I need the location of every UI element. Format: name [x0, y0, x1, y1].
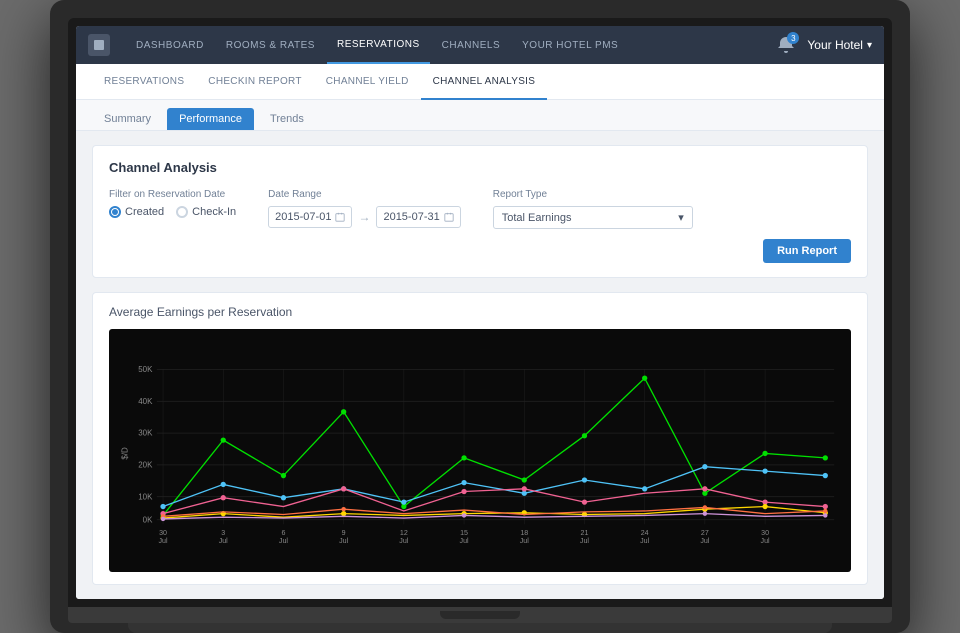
nav-channels[interactable]: Channels — [432, 26, 510, 64]
svg-text:3: 3 — [221, 529, 225, 537]
logo-icon — [88, 34, 110, 56]
svg-text:10K: 10K — [138, 492, 153, 501]
date-start-input[interactable]: 2015-07-01 — [268, 206, 352, 228]
radio-checkin-label: Check-In — [192, 206, 236, 218]
date-range-inputs: 2015-07-01 → 2015-07-31 — [268, 206, 461, 228]
report-type-value: Total Earnings — [502, 212, 572, 224]
date-range-label: Date Range — [268, 189, 461, 200]
chart-card: Average Earnings per Reservation 50K — [92, 292, 868, 585]
svg-text:Jul: Jul — [520, 537, 529, 545]
date-range-arrow: → — [358, 210, 370, 224]
svg-text:30: 30 — [761, 529, 769, 537]
sub-nav-reservations[interactable]: Reservations — [92, 64, 196, 100]
chart-svg: 50K 40K 30K 20K 10K 0K $/D 30 Jul 3 — [117, 339, 843, 559]
report-type-label: Report Type — [493, 189, 693, 200]
filter-reservation-date: Filter on Reservation Date Created — [109, 189, 236, 218]
report-type-select[interactable]: Total Earnings ▾ — [493, 206, 693, 229]
svg-text:6: 6 — [281, 529, 285, 537]
svg-text:Jul: Jul — [279, 537, 288, 545]
filter-card: Channel Analysis Filter on Reservation D… — [92, 145, 868, 278]
svg-text:20K: 20K — [138, 461, 153, 470]
svg-text:30: 30 — [159, 529, 167, 537]
nav-items: Dashboard Rooms & Rates Reservations Cha… — [126, 26, 775, 64]
svg-text:18: 18 — [520, 529, 528, 537]
svg-text:Jul: Jul — [460, 537, 469, 545]
tab-bar: Summary Performance Trends — [76, 100, 884, 131]
filter-row: Filter on Reservation Date Created — [109, 189, 851, 229]
svg-text:0K: 0K — [143, 515, 153, 524]
nav-reservations[interactable]: Reservations — [327, 26, 430, 64]
radio-created-label: Created — [125, 206, 164, 218]
radio-created-dot — [109, 206, 121, 218]
svg-text:Jul: Jul — [640, 537, 649, 545]
filter-reservation-label: Filter on Reservation Date — [109, 189, 236, 200]
laptop-stand — [128, 623, 832, 633]
svg-text:Jul: Jul — [219, 537, 228, 545]
report-type-chevron: ▾ — [678, 211, 684, 224]
svg-text:50K: 50K — [138, 365, 153, 374]
laptop-base — [68, 607, 892, 623]
notification-icon[interactable]: 3 — [775, 34, 797, 56]
svg-text:21: 21 — [581, 529, 589, 537]
date-start-value: 2015-07-01 — [275, 211, 331, 223]
date-end-value: 2015-07-31 — [383, 211, 439, 223]
svg-text:40K: 40K — [138, 397, 153, 406]
radio-checkin[interactable]: Check-In — [176, 206, 236, 218]
tab-trends[interactable]: Trends — [258, 108, 316, 130]
nav-rooms-rates[interactable]: Rooms & Rates — [216, 26, 325, 64]
radio-created[interactable]: Created — [109, 206, 164, 218]
radio-checkin-dot — [176, 206, 188, 218]
svg-text:$/D: $/D — [121, 447, 130, 460]
screen-bezel: Dashboard Rooms & Rates Reservations Cha… — [68, 18, 892, 607]
notification-count: 3 — [787, 32, 799, 44]
hotel-name-dropdown[interactable]: Your Hotel — [807, 38, 872, 52]
run-report-row: Run Report — [109, 239, 851, 263]
filter-report-type: Report Type Total Earnings ▾ — [493, 189, 693, 229]
filter-date-range: Date Range 2015-07-01 → 2015-07-31 — [268, 189, 461, 228]
svg-text:Jul: Jul — [700, 537, 709, 545]
svg-text:24: 24 — [641, 529, 649, 537]
sub-nav-channel-yield[interactable]: Channel Yield — [314, 64, 421, 100]
date-end-input[interactable]: 2015-07-31 — [376, 206, 460, 228]
tab-summary[interactable]: Summary — [92, 108, 163, 130]
sub-nav: Reservations Checkin Report Channel Yiel… — [76, 64, 884, 100]
svg-text:Jul: Jul — [399, 537, 408, 545]
nav-dashboard[interactable]: Dashboard — [126, 26, 214, 64]
card-title: Channel Analysis — [109, 160, 851, 175]
top-nav-right: 3 Your Hotel — [775, 34, 872, 56]
main-content: Channel Analysis Filter on Reservation D… — [76, 131, 884, 599]
screen: Dashboard Rooms & Rates Reservations Cha… — [76, 26, 884, 599]
svg-text:27: 27 — [701, 529, 709, 537]
nav-hotel-pms[interactable]: Your Hotel PMS — [512, 26, 628, 64]
svg-text:15: 15 — [460, 529, 468, 537]
svg-text:Jul: Jul — [761, 537, 770, 545]
svg-text:Jul: Jul — [339, 537, 348, 545]
run-report-button[interactable]: Run Report — [763, 239, 851, 263]
svg-text:9: 9 — [342, 529, 346, 537]
tab-performance[interactable]: Performance — [167, 108, 254, 130]
svg-text:30K: 30K — [138, 429, 153, 438]
laptop-frame: Dashboard Rooms & Rates Reservations Cha… — [50, 0, 910, 633]
sub-nav-checkin-report[interactable]: Checkin Report — [196, 64, 313, 100]
laptop-notch — [440, 611, 520, 619]
svg-text:Jul: Jul — [159, 537, 168, 545]
chart-area: 50K 40K 30K 20K 10K 0K $/D 30 Jul 3 — [109, 329, 851, 572]
chart-title: Average Earnings per Reservation — [109, 305, 851, 319]
sub-nav-channel-analysis[interactable]: Channel Analysis — [421, 64, 548, 100]
top-nav: Dashboard Rooms & Rates Reservations Cha… — [76, 26, 884, 64]
radio-group: Created Check-In — [109, 206, 236, 218]
svg-text:Jul: Jul — [580, 537, 589, 545]
svg-text:12: 12 — [400, 529, 408, 537]
